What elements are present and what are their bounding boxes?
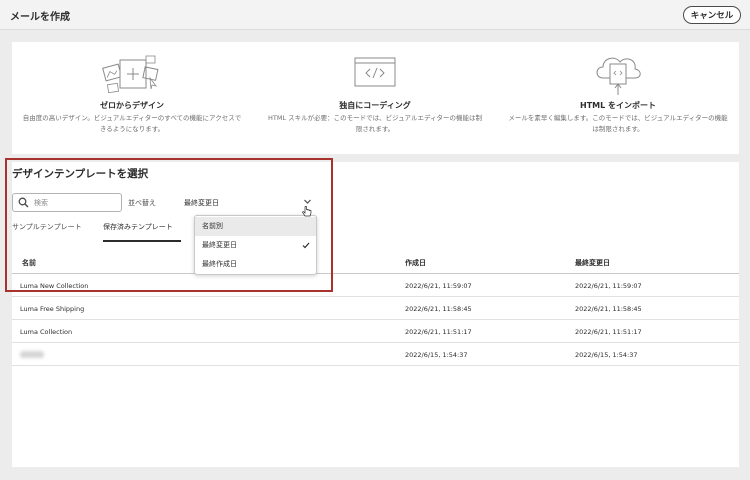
option-code-your-own[interactable]: 独自にコーディング HTML スキルが必要：このモードでは、ビジュアルエディター… xyxy=(255,42,495,154)
code-editor-illustration xyxy=(354,57,396,87)
option-description: 自由度の高いデザイン。ビジュアルエディターのすべての機能にアクセスできるようにな… xyxy=(22,114,242,133)
sort-option-label: 名前別 xyxy=(202,222,223,230)
modified-date: 2022/6/21, 11:51:17 xyxy=(575,328,642,336)
table-row[interactable]: Luma New Collection 2022/6/21, 11:59:07 … xyxy=(12,274,739,297)
option-description: HTML スキルが必要：このモードでは、ビジュアルエディターの機能は制限されます… xyxy=(267,114,483,133)
created-date: 2022/6/15, 1:54:37 xyxy=(405,351,468,359)
created-date: 2022/6/21, 11:58:45 xyxy=(405,305,472,313)
sort-option-name[interactable]: 名前別 xyxy=(195,217,316,236)
search-field[interactable] xyxy=(12,193,122,212)
sort-option-label: 最終作成日 xyxy=(202,260,237,268)
option-title: HTML をインポート xyxy=(580,101,656,110)
section-title: デザインテンプレートを選択 xyxy=(12,168,149,180)
tab-sample-templates[interactable]: サンプルテンプレート xyxy=(12,222,82,242)
template-name: Luma New Collection xyxy=(20,282,89,290)
column-header-name[interactable]: 名前 xyxy=(22,258,36,268)
option-title: ゼロからデザイン xyxy=(100,101,164,110)
created-date: 2022/6/21, 11:59:07 xyxy=(405,282,472,290)
redacted-template-name xyxy=(20,351,44,358)
sort-option-last-modified[interactable]: 最終変更日 xyxy=(195,236,316,255)
template-name: Luma Collection xyxy=(20,328,73,336)
search-input[interactable] xyxy=(34,196,118,209)
table-header: 名前 作成日 最終変更日 xyxy=(12,250,739,274)
sort-selected-value: 最終変更日 xyxy=(184,199,219,207)
search-icon xyxy=(18,197,29,208)
chevron-down-icon[interactable] xyxy=(303,198,312,205)
option-import-html[interactable]: HTML をインポート メールを素早く編集します。このモードでは、ビジュアルエデ… xyxy=(498,42,738,154)
option-description: メールを素早く編集します。このモードでは、ビジュアルエディターの機能は制限されま… xyxy=(508,114,728,133)
sort-option-last-created[interactable]: 最終作成日 xyxy=(195,255,316,274)
column-header-created[interactable]: 作成日 xyxy=(405,258,426,268)
design-from-scratch-illustration xyxy=(102,55,159,94)
sort-option-label: 最終変更日 xyxy=(202,241,237,249)
cancel-button[interactable]: キャンセル xyxy=(683,6,741,24)
hand-cursor-icon xyxy=(302,206,312,217)
created-date: 2022/6/21, 11:51:17 xyxy=(405,328,472,336)
tab-saved-templates[interactable]: 保存済みテンプレート xyxy=(103,222,181,242)
option-title: 独自にコーディング xyxy=(339,101,411,110)
modified-date: 2022/6/15, 1:54:37 xyxy=(575,351,638,359)
top-bar: メールを作成 キャンセル xyxy=(0,0,750,30)
sort-select[interactable]: 最終変更日 xyxy=(182,193,314,212)
modified-date: 2022/6/21, 11:59:07 xyxy=(575,282,642,290)
creation-options-panel: ゼロからデザイン 自由度の高いデザイン。ビジュアルエディターのすべての機能にアク… xyxy=(12,42,739,154)
modified-date: 2022/6/21, 11:58:45 xyxy=(575,305,642,313)
template-name: Luma Free Shipping xyxy=(20,305,85,313)
table-row[interactable]: Luma Collection 2022/6/21, 11:51:17 2022… xyxy=(12,320,739,343)
checkmark-icon xyxy=(302,242,310,249)
table-row[interactable]: 2022/6/15, 1:54:37 2022/6/15, 1:54:37 xyxy=(12,343,739,366)
page-title: メールを作成 xyxy=(10,12,70,23)
sort-dropdown-menu: 名前別 最終変更日 最終作成日 xyxy=(194,215,317,275)
table-row[interactable]: Luma Free Shipping 2022/6/21, 11:58:45 2… xyxy=(12,297,739,320)
column-header-modified[interactable]: 最終変更日 xyxy=(575,258,610,268)
option-design-from-scratch[interactable]: ゼロからデザイン 自由度の高いデザイン。ビジュアルエディターのすべての機能にアク… xyxy=(12,42,252,154)
sort-label: 並べ替え xyxy=(128,199,156,207)
import-html-illustration xyxy=(596,57,641,95)
